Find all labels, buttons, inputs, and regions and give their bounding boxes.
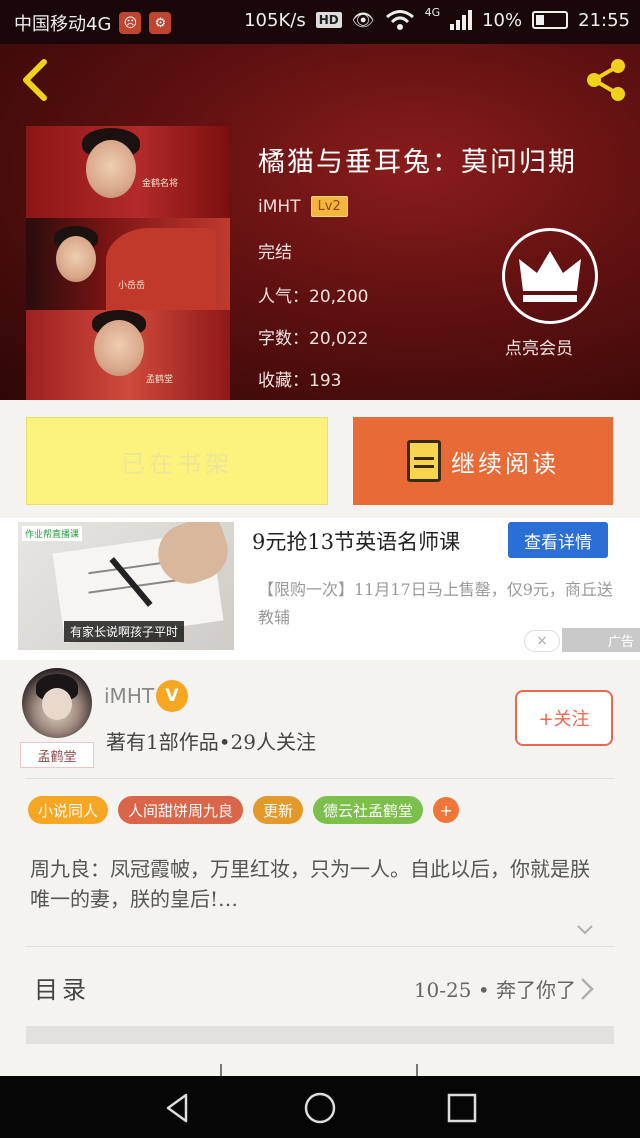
vip-button[interactable] xyxy=(502,228,598,324)
network-speed: 105K/s xyxy=(244,9,306,31)
author-avatar[interactable] xyxy=(22,668,92,738)
ad-description: 【限购一次】11月17日马上售罄，仅9元，商丘送教辅 xyxy=(258,580,613,627)
section-separator xyxy=(26,1026,614,1044)
author-stats: 著有1部作品•29人关注 xyxy=(106,730,316,754)
battery-percent: 10% xyxy=(482,9,523,31)
ad-title[interactable]: 9元抢13节英语名师课 xyxy=(252,526,460,556)
app-notification-icon: ⚙ xyxy=(149,12,172,34)
cover-caption: 小岳岳 xyxy=(118,281,146,291)
wifi-icon xyxy=(385,10,414,30)
verified-icon: V xyxy=(156,680,188,712)
book-icon xyxy=(407,440,441,482)
cover-caption: 孟鹤堂 xyxy=(146,375,174,385)
cover-caption: 金鹤名将 xyxy=(142,179,179,189)
level-badge: Lv2 xyxy=(310,196,348,217)
tag-chip[interactable]: 更新 xyxy=(253,796,304,824)
book-title: 橘猫与垂耳兔：莫问归期 xyxy=(258,147,577,178)
cover-panel: 小岳岳 xyxy=(26,218,230,310)
tag-chip[interactable]: 小说同人 xyxy=(28,796,109,824)
on-shelf-button[interactable]: 已在书架 xyxy=(26,417,328,505)
divider xyxy=(26,946,614,947)
tag-chip[interactable]: 人间甜饼周九良 xyxy=(118,796,244,824)
hd-icon: HD xyxy=(315,12,342,28)
avatar-badge: 孟鹤堂 xyxy=(20,742,94,768)
system-nav-bar xyxy=(0,1076,640,1138)
book-word-count: 字数：20,022 xyxy=(258,329,369,349)
more-tags-button[interactable]: + xyxy=(433,797,460,823)
eye-icon: 👁 xyxy=(351,9,375,31)
status-bar: 中国移动4G ☹ ⚙ 105K/s HD 👁 4G 10% 21:55 xyxy=(0,0,640,44)
chevron-down-icon[interactable] xyxy=(575,920,595,940)
nav-recents-icon[interactable] xyxy=(444,1090,480,1126)
notification-icon: ☹ xyxy=(119,12,142,34)
nav-back-icon[interactable] xyxy=(160,1090,196,1126)
toc-label[interactable]: 目录 xyxy=(34,970,90,1005)
bottom-tab-strip xyxy=(0,1044,640,1076)
share-icon[interactable] xyxy=(582,56,630,104)
tag-list: 小说同人 人间甜饼周九良 更新 德云社孟鹤堂 + xyxy=(28,796,460,824)
follow-button[interactable]: +关注 xyxy=(515,690,613,746)
carrier-label: 中国移动4G xyxy=(14,14,112,35)
ad-cta-button[interactable]: 查看详情 xyxy=(508,522,608,558)
book-popularity: 人气：20,200 xyxy=(258,287,369,307)
ad-image[interactable]: 作业帮直播课 有家长说啊孩子平时 xyxy=(18,522,234,650)
signal-icon xyxy=(450,10,473,30)
continue-reading-label: 继续阅读 xyxy=(451,449,559,478)
cover-panel: 金鹤名将 xyxy=(26,126,230,218)
ad-close-button[interactable]: × xyxy=(524,630,560,652)
clock: 21:55 xyxy=(578,9,630,31)
ad-label: 广告 xyxy=(562,628,640,652)
ad-banner[interactable]: 作业帮直播课 有家长说啊孩子平时 9元抢13节英语名师课 查看详情 【限购一次】… xyxy=(0,518,640,660)
chevron-right-icon[interactable] xyxy=(578,976,596,1002)
back-icon[interactable] xyxy=(16,56,56,104)
tag-chip[interactable]: 德云社孟鹤堂 xyxy=(313,796,424,824)
divider xyxy=(26,778,614,779)
author-name[interactable]: iMHT xyxy=(258,197,301,217)
crown-icon xyxy=(519,251,581,302)
battery-icon xyxy=(532,11,569,29)
continue-reading-button[interactable]: 继续阅读 xyxy=(353,417,613,505)
cover-panel: 孟鹤堂 xyxy=(26,310,230,400)
ad-caption: 有家长说啊孩子平时 xyxy=(64,621,185,642)
vip-label[interactable]: 点亮会员 xyxy=(505,334,573,359)
toc-latest-chapter[interactable]: 10-25 • 奔了你了 xyxy=(414,974,576,1003)
nav-home-icon[interactable] xyxy=(302,1090,338,1126)
ad-label-text: 广告 xyxy=(607,634,634,650)
network-type: 4G xyxy=(424,5,441,19)
book-favorites: 收藏：193 xyxy=(258,371,342,391)
book-status: 完结 xyxy=(258,243,292,263)
author-card-name[interactable]: iMHT xyxy=(104,684,154,708)
ad-source-tag: 作业帮直播课 xyxy=(22,526,83,541)
book-synopsis[interactable]: 周九良：凤冠霞帔，万里红妆，只为一人。自此以后，你就是朕唯一的妻，朕的皇后!… xyxy=(30,854,590,914)
book-header: 金鹤名将 小岳岳 孟鹤堂 橘猫与垂耳兔：莫问归期 iMHT Lv2 完结 人气：… xyxy=(0,44,640,400)
book-cover[interactable]: 金鹤名将 小岳岳 孟鹤堂 xyxy=(26,126,230,400)
